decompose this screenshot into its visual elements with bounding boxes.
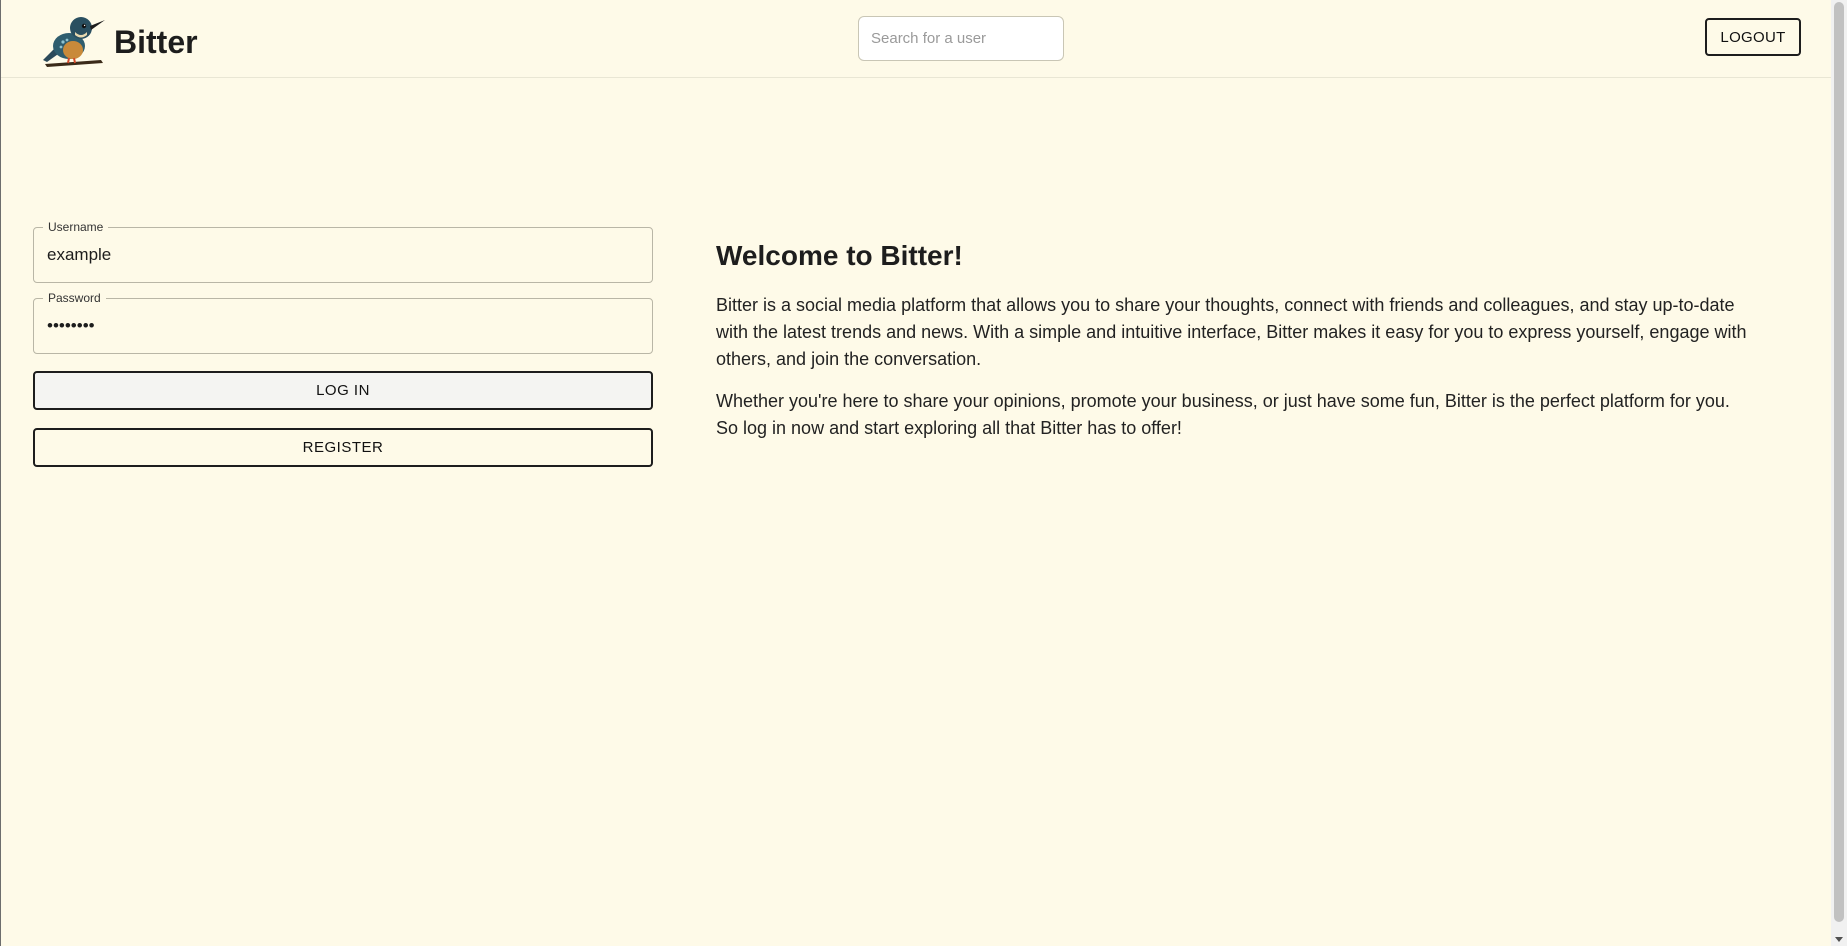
vertical-scrollbar[interactable] xyxy=(1831,0,1847,946)
login-button[interactable]: LOG IN xyxy=(33,371,653,410)
password-input[interactable] xyxy=(47,312,637,340)
scrollbar-thumb[interactable] xyxy=(1834,2,1844,922)
page-border xyxy=(0,0,1,946)
password-label: Password xyxy=(43,291,106,305)
welcome-paragraph-2: Whether you're here to share your opinio… xyxy=(716,391,1730,438)
register-button[interactable]: REGISTER xyxy=(33,428,653,467)
logout-button[interactable]: LOGOUT xyxy=(1705,18,1801,56)
username-label: Username xyxy=(43,220,109,234)
password-field[interactable]: Password xyxy=(33,291,653,354)
username-input[interactable] xyxy=(47,241,637,269)
welcome-paragraph-1: Bitter is a social media platform that a… xyxy=(716,295,1747,369)
brand-title: Bitter xyxy=(114,24,198,60)
username-field[interactable]: Username xyxy=(33,220,653,283)
user-search-input[interactable] xyxy=(858,16,1064,61)
welcome-title: Welcome to Bitter! xyxy=(716,240,963,271)
top-navbar: Bitter LOGOUT xyxy=(1,0,1831,78)
scroll-down-arrow-icon[interactable] xyxy=(1835,937,1843,942)
welcome-section: Welcome to Bitter! Bitter is a social me… xyxy=(716,236,1756,457)
bird-logo-icon xyxy=(43,17,105,67)
